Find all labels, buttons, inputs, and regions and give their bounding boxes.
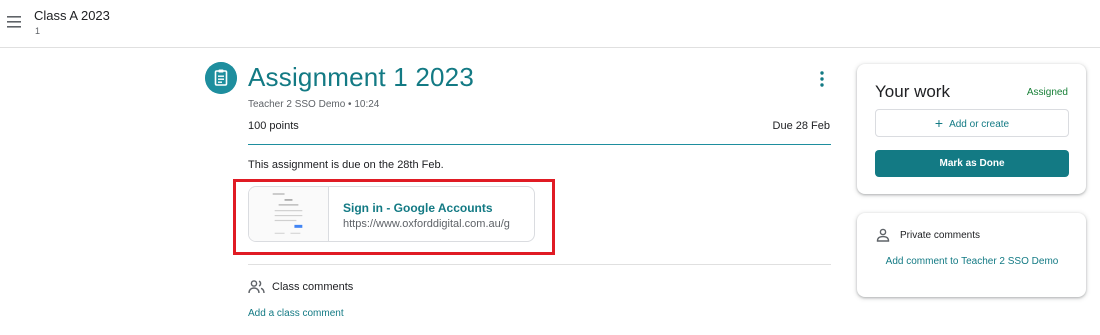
assignment-instructions: This assignment is due on the 28th Feb. bbox=[248, 159, 444, 171]
class-section: 1 bbox=[35, 26, 41, 36]
top-bar: Class A 2023 1 bbox=[0, 0, 1100, 48]
assignment-title: Assignment 1 2023 bbox=[248, 62, 474, 92]
mark-as-done-button[interactable]: Mark as Done bbox=[875, 150, 1069, 177]
plus-icon: + bbox=[934, 115, 944, 131]
your-work-title: Your work bbox=[875, 82, 950, 101]
person-icon bbox=[876, 228, 890, 242]
private-comments-card: Private comments Add comment to Teacher … bbox=[857, 213, 1086, 297]
work-status-badge: Assigned bbox=[1026, 87, 1068, 98]
assignment-points: 100 points bbox=[248, 120, 299, 132]
class-comments-label: Class comments bbox=[272, 281, 354, 293]
header-divider bbox=[248, 144, 831, 145]
assignment-icon bbox=[205, 62, 237, 94]
assignment-due-date: Due 28 Feb bbox=[772, 120, 830, 132]
class-comments-icon bbox=[248, 280, 265, 294]
add-or-create-button[interactable]: + Add or create bbox=[875, 109, 1069, 137]
hamburger-menu-icon[interactable] bbox=[6, 14, 24, 30]
highlight-annotation-box bbox=[233, 179, 555, 255]
assignment-meta: Teacher 2 SSO Demo • 10:24 bbox=[248, 99, 380, 110]
class-name[interactable]: Class A 2023 bbox=[34, 8, 110, 23]
your-work-card: Your work Assigned + Add or create Mark a… bbox=[857, 64, 1086, 194]
private-comments-label: Private comments bbox=[900, 230, 981, 241]
comments-divider bbox=[248, 264, 831, 265]
add-private-comment-link[interactable]: Add comment to Teacher 2 SSO Demo bbox=[877, 253, 1067, 271]
add-or-create-label: Add or create bbox=[949, 119, 1010, 130]
add-class-comment-link[interactable]: Add a class comment bbox=[248, 308, 344, 319]
more-options-icon[interactable] bbox=[815, 70, 829, 88]
